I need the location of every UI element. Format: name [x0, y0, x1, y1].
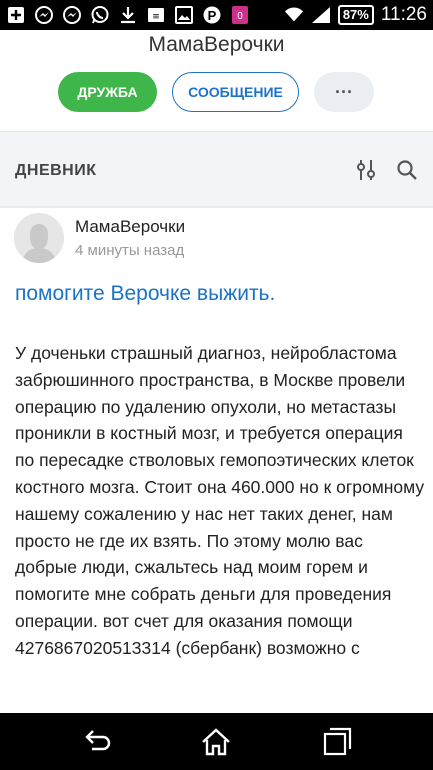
download-icon — [118, 5, 138, 25]
post-body: У доченьки страшный диагноз, нейробласто… — [15, 343, 425, 658]
messenger-icon — [62, 5, 82, 25]
whatsapp-icon — [90, 5, 110, 25]
message-button[interactable]: СООБЩЕНИЕ — [172, 72, 299, 112]
more-icon: ··· — [335, 81, 353, 102]
filter-icon[interactable] — [354, 158, 378, 182]
notification-icons: ≡ P 0 — [6, 5, 250, 25]
plus-box-icon — [6, 5, 26, 25]
more-button[interactable]: ··· — [314, 72, 374, 112]
clock: 11:26 — [380, 4, 427, 25]
profile-actions: ДРУЖБА СООБЩЕНИЕ ··· — [0, 72, 433, 112]
battery-level: 87% — [337, 5, 374, 25]
section-title: ДНЕВНИК — [15, 162, 97, 179]
diary-section-header: ДНЕВНИК — [0, 132, 433, 208]
svg-text:P: P — [208, 8, 217, 23]
post-title[interactable]: помогите Верочке выжить. — [15, 282, 420, 306]
avatar[interactable] — [14, 213, 64, 263]
svg-text:≡: ≡ — [152, 12, 160, 22]
svg-text:0: 0 — [237, 11, 243, 22]
back-icon[interactable] — [80, 725, 114, 759]
navigation-bar — [0, 713, 433, 770]
app-badge-icon: 0 — [230, 5, 250, 25]
post-time: 4 минуты назад — [75, 242, 185, 259]
pinterest-icon: P — [202, 5, 222, 25]
recent-apps-icon[interactable] — [320, 725, 354, 759]
status-bar: ≡ P 0 87% 11:26 — [0, 0, 433, 30]
sim-icon: ≡ — [146, 5, 166, 25]
profile-name: МамаВерочки — [148, 33, 285, 56]
signal-icon — [311, 5, 331, 25]
system-status: 87% 11:26 — [284, 4, 427, 26]
messenger-icon — [34, 5, 54, 25]
wifi-icon — [284, 5, 304, 25]
divider — [0, 206, 433, 208]
post-author[interactable]: МамаВерочки — [75, 217, 185, 237]
home-icon[interactable] — [199, 725, 233, 759]
gallery-icon — [174, 5, 194, 25]
search-icon[interactable] — [396, 159, 418, 181]
friend-button[interactable]: ДРУЖБА — [58, 72, 157, 112]
